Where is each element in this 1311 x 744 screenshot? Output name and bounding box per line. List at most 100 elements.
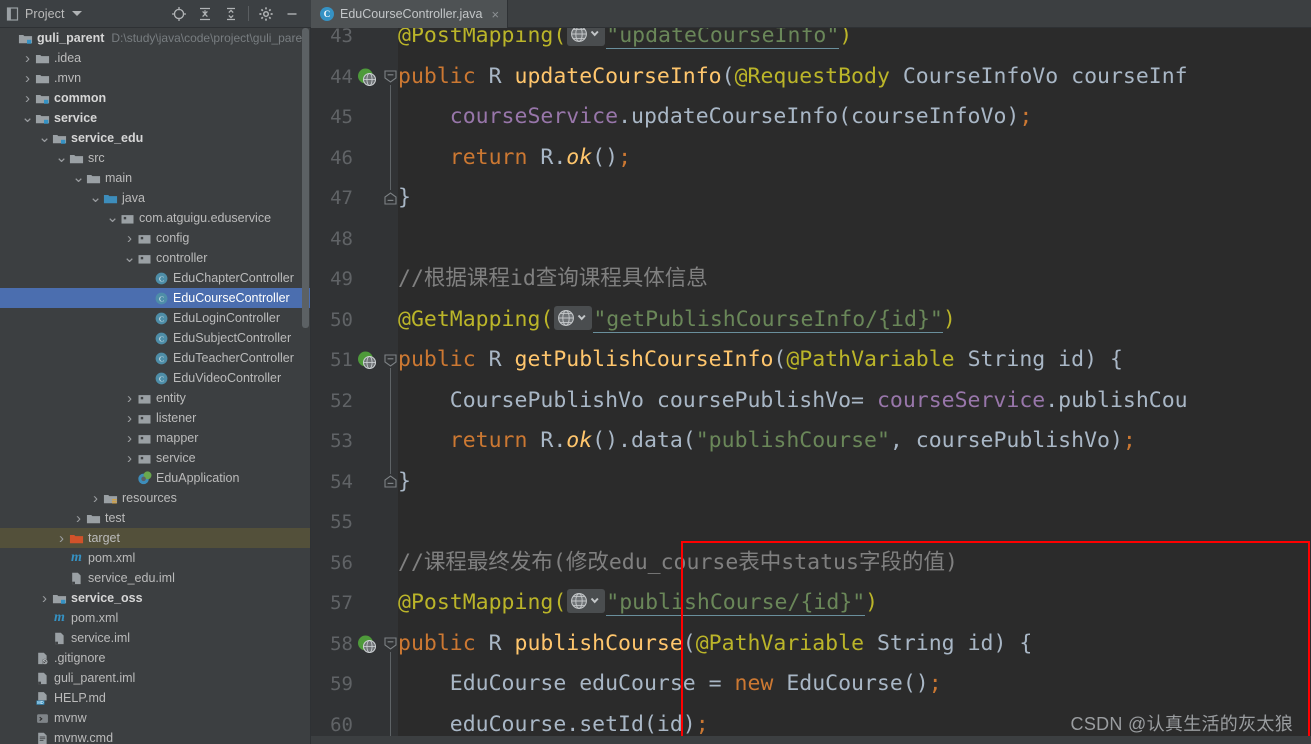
fold-collapse-icon[interactable] bbox=[383, 636, 398, 651]
tree-item-config[interactable]: › config bbox=[0, 228, 310, 248]
gutter-row[interactable]: 44 bbox=[311, 57, 398, 98]
chevron-right-icon[interactable]: › bbox=[21, 51, 34, 66]
tree-item-edusubjectcontroller[interactable]: C EduSubjectController bbox=[0, 328, 310, 348]
editor-gutter[interactable]: 4344454647484950515253545556575859606162… bbox=[311, 28, 398, 744]
gutter-row[interactable]: 55 bbox=[311, 502, 398, 543]
hide-icon[interactable] bbox=[279, 0, 305, 28]
tree-item-guli-parent[interactable]: guli_parent D:\study\java\code\project\gu… bbox=[0, 28, 310, 48]
tree-item-educoursecontroller[interactable]: C EduCourseController bbox=[0, 288, 310, 308]
tree-item-mvnw[interactable]: mvnw bbox=[0, 708, 310, 728]
fold-collapse-icon[interactable] bbox=[383, 353, 398, 368]
code-line[interactable]: @GetMapping("getPublishCourseInfo/{id}") bbox=[398, 300, 956, 341]
tree-item-eduapplication[interactable]: EduApplication bbox=[0, 468, 310, 488]
chevron-right-icon[interactable]: › bbox=[123, 451, 136, 466]
code-editor[interactable]: 4344454647484950515253545556575859606162… bbox=[311, 28, 1311, 744]
gutter-row[interactable]: 50 bbox=[311, 300, 398, 341]
code-line[interactable]: //根据课程id查询课程具体信息 bbox=[398, 259, 708, 300]
tree-item-guli-parent-iml[interactable]: guli_parent.iml bbox=[0, 668, 310, 688]
chevron-down-icon[interactable]: ⌄ bbox=[89, 190, 102, 205]
tree-item-edulogincontroller[interactable]: C EduLoginController bbox=[0, 308, 310, 328]
chevron-right-icon[interactable]: › bbox=[38, 591, 51, 606]
code-line[interactable]: @PostMapping("updateCourseInfo") bbox=[398, 28, 852, 57]
expand-all-icon[interactable] bbox=[192, 0, 218, 28]
tree-item-test[interactable]: › test bbox=[0, 508, 310, 528]
code-line[interactable]: public R updateCourseInfo(@RequestBody C… bbox=[398, 57, 1188, 98]
chevron-down-icon[interactable] bbox=[71, 11, 82, 16]
chevron-right-icon[interactable]: › bbox=[123, 231, 136, 246]
tree-item-com-atguigu-eduservice[interactable]: ⌄ com.atguigu.eduservice bbox=[0, 208, 310, 228]
run-endpoint-icon[interactable] bbox=[357, 350, 377, 370]
tree-item-java[interactable]: ⌄ java bbox=[0, 188, 310, 208]
tree-item-service[interactable]: › service bbox=[0, 448, 310, 468]
tree-item-main[interactable]: ⌄ main bbox=[0, 168, 310, 188]
tree-item-resources[interactable]: › resources bbox=[0, 488, 310, 508]
chevron-down-icon[interactable]: ⌄ bbox=[21, 110, 34, 125]
chevron-right-icon[interactable]: › bbox=[123, 431, 136, 446]
code-line[interactable]: courseService.updateCourseInfo(courseInf… bbox=[398, 97, 1033, 138]
tree-item-entity[interactable]: › entity bbox=[0, 388, 310, 408]
tree-scrollbar-thumb[interactable] bbox=[302, 28, 309, 328]
code-line[interactable]: } bbox=[398, 178, 411, 219]
fold-end-icon[interactable] bbox=[383, 474, 398, 489]
code-line[interactable]: public R publishCourse(@PathVariable Str… bbox=[398, 624, 1032, 665]
tree-item-src[interactable]: ⌄ src bbox=[0, 148, 310, 168]
tree-item-service-iml[interactable]: service.iml bbox=[0, 628, 310, 648]
tree-item-listener[interactable]: › listener bbox=[0, 408, 310, 428]
tree-item-mapper[interactable]: › mapper bbox=[0, 428, 310, 448]
tree-item-eduteachercontroller[interactable]: C EduTeacherController bbox=[0, 348, 310, 368]
tree-scrollbar[interactable] bbox=[302, 28, 309, 744]
chevron-right-icon[interactable]: › bbox=[55, 531, 68, 546]
gutter-row[interactable]: 54 bbox=[311, 462, 398, 503]
tree-item-controller[interactable]: ⌄ controller bbox=[0, 248, 310, 268]
tree-item--mvn[interactable]: › .mvn bbox=[0, 68, 310, 88]
gutter-row[interactable]: 56 bbox=[311, 543, 398, 584]
code-line[interactable]: //课程最终发布(修改edu_course表中status字段的值) bbox=[398, 543, 958, 584]
tab-educoursecontroller[interactable]: C EduCourseController.java × bbox=[311, 0, 509, 28]
code-line[interactable]: } bbox=[398, 462, 411, 503]
web-mapping-icon[interactable] bbox=[567, 28, 606, 46]
gutter-row[interactable]: 51 bbox=[311, 340, 398, 381]
tree-item-service-edu-iml[interactable]: service_edu.iml bbox=[0, 568, 310, 588]
gutter-row[interactable]: 46 bbox=[311, 138, 398, 179]
code-line[interactable]: return R.ok(); bbox=[398, 138, 631, 179]
tree-item-target[interactable]: › target bbox=[0, 528, 310, 548]
project-tree[interactable]: guli_parent D:\study\java\code\project\gu… bbox=[0, 28, 311, 744]
settings-gear-icon[interactable] bbox=[253, 0, 279, 28]
chevron-right-icon[interactable]: › bbox=[89, 491, 102, 506]
tree-item-mvnw-cmd[interactable]: mvnw.cmd bbox=[0, 728, 310, 744]
tree-item-service-oss[interactable]: › service_oss bbox=[0, 588, 310, 608]
fold-collapse-icon[interactable] bbox=[383, 69, 398, 84]
code-line[interactable]: CoursePublishVo coursePublishVo= courseS… bbox=[398, 381, 1188, 422]
chevron-right-icon[interactable]: › bbox=[21, 91, 34, 106]
tree-item-pom-xml[interactable]: m pom.xml bbox=[0, 548, 310, 568]
close-icon[interactable]: × bbox=[491, 8, 499, 21]
code-line[interactable]: return R.ok().data("publishCourse", cour… bbox=[398, 421, 1136, 462]
tree-item--idea[interactable]: › .idea bbox=[0, 48, 310, 68]
code-line[interactable]: public R getPublishCourseInfo(@PathVaria… bbox=[398, 340, 1123, 381]
gutter-row[interactable]: 43 bbox=[311, 28, 398, 57]
chevron-down-icon[interactable]: ⌄ bbox=[123, 250, 136, 265]
chevron-right-icon[interactable]: › bbox=[123, 411, 136, 426]
tree-item-help-md[interactable]: MD HELP.md bbox=[0, 688, 310, 708]
gutter-row[interactable]: 48 bbox=[311, 219, 398, 260]
collapse-all-icon[interactable] bbox=[218, 0, 244, 28]
web-mapping-icon[interactable] bbox=[567, 589, 606, 613]
chevron-down-icon[interactable]: ⌄ bbox=[72, 170, 85, 185]
chevron-down-icon[interactable]: ⌄ bbox=[55, 150, 68, 165]
code-content[interactable]: @PostMapping("updateCourseInfo") public R… bbox=[398, 28, 1311, 744]
tree-item--gitignore[interactable]: .gitignore bbox=[0, 648, 310, 668]
tree-item-common[interactable]: › common bbox=[0, 88, 310, 108]
chevron-right-icon[interactable]: › bbox=[72, 511, 85, 526]
chevron-right-icon[interactable]: › bbox=[123, 391, 136, 406]
tree-item-educhaptercontroller[interactable]: C EduChapterController bbox=[0, 268, 310, 288]
tree-item-pom-xml[interactable]: m pom.xml bbox=[0, 608, 310, 628]
run-endpoint-icon[interactable] bbox=[357, 67, 377, 87]
fold-end-icon[interactable] bbox=[383, 191, 398, 206]
run-endpoint-icon[interactable] bbox=[357, 634, 377, 654]
gutter-row[interactable]: 47 bbox=[311, 178, 398, 219]
tree-item-service-edu[interactable]: ⌄ service_edu bbox=[0, 128, 310, 148]
chevron-down-icon[interactable]: ⌄ bbox=[106, 210, 119, 225]
gutter-row[interactable]: 49 bbox=[311, 259, 398, 300]
gutter-row[interactable]: 52 bbox=[311, 381, 398, 422]
code-line[interactable]: @PostMapping("publishCourse/{id}") bbox=[398, 583, 878, 624]
